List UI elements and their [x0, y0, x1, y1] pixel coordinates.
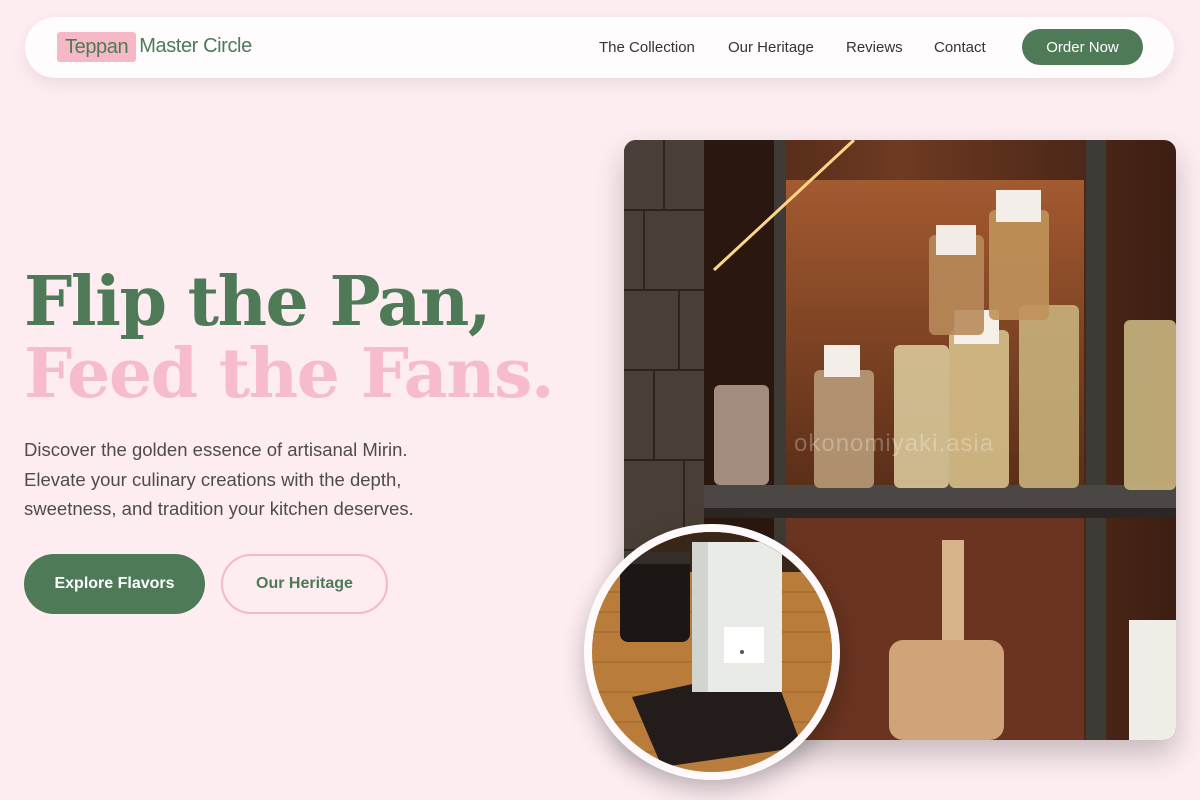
photo-watermark: okonomiyaki.asia — [794, 430, 995, 457]
hero-headline-line2: Feed the Fans. — [24, 334, 555, 414]
nav-link-contact[interactable]: Contact — [934, 39, 986, 56]
mirin-bag-photo — [584, 524, 840, 780]
nav-link-heritage[interactable]: Our Heritage — [728, 39, 814, 56]
brand-logo-text: Master Circle — [139, 35, 252, 57]
brand-logo-highlight: Teppan — [57, 31, 137, 62]
brand-logo[interactable]: Teppan Master Circle — [57, 30, 252, 63]
hero-subtext: Discover the golden essence of artisanal… — [24, 439, 414, 519]
explore-flavors-button[interactable]: Explore Flavors — [24, 554, 205, 614]
nav-link-reviews[interactable]: Reviews — [846, 39, 903, 56]
our-heritage-button[interactable]: Our Heritage — [221, 554, 388, 614]
order-now-button[interactable]: Order Now — [1022, 29, 1143, 65]
hero-headline-line1: Flip the Pan, — [24, 262, 491, 342]
hero-headline: Flip the Pan, Feed the Fans. — [24, 262, 555, 414]
nav-link-collection[interactable]: The Collection — [599, 39, 695, 56]
navbar: Teppan Master Circle The Collection Our … — [25, 17, 1174, 78]
